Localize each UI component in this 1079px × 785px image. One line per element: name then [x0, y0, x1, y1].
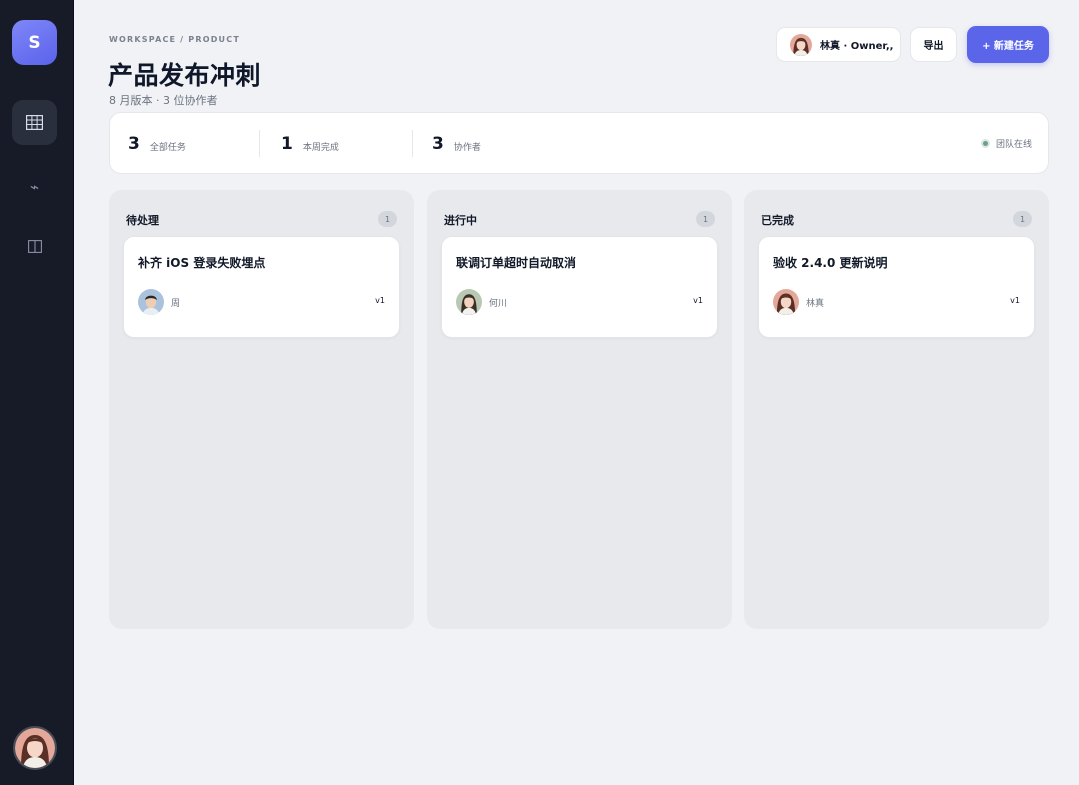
stat-label: 本周完成 — [302, 143, 339, 153]
version-label: v1 — [1010, 296, 1020, 305]
stats-bar: 3 全部任务 1 本周完成 3 协作者 团队在线 — [109, 112, 1049, 174]
sidebar-item-columns[interactable] — [12, 224, 57, 269]
task-card[interactable]: 验收 2.4.0 更新说明 林真 v1 — [758, 236, 1035, 338]
version-label: v1 — [375, 296, 385, 305]
avatar — [790, 33, 812, 56]
column-in-progress: 进行中 1 联调订单超时自动取消 何川 v1 — [427, 190, 732, 629]
sidebar-item-board[interactable] — [12, 100, 57, 145]
divider — [412, 130, 413, 157]
column-count-badge: 1 — [1013, 211, 1032, 227]
columns-icon — [27, 240, 42, 253]
task-card[interactable]: 补齐 iOS 登录失败埋点 周 v1 — [123, 236, 400, 338]
team-online-label: 团队在线 — [995, 140, 1032, 150]
user-chip-label: 林真 · Owner,, — [820, 41, 894, 52]
team-online-indicator: 团队在线 — [980, 137, 1032, 150]
stat-label: 全部任务 — [149, 143, 186, 153]
stat-label: 协作者 — [453, 143, 481, 153]
app-logo[interactable]: S — [12, 20, 57, 65]
column-title: 待处理 — [126, 214, 159, 227]
assignee-name: 林真 — [806, 299, 825, 309]
stat-completed-this-week: 1 本周完成 — [281, 113, 339, 175]
stat-total-tasks: 3 全部任务 — [128, 113, 186, 175]
assignee-avatar — [773, 289, 799, 315]
grid-icon — [26, 115, 43, 130]
column-count-badge: 1 — [378, 211, 397, 227]
column-title: 进行中 — [444, 214, 477, 227]
stat-value: 1 — [281, 134, 293, 154]
breadcrumb: WORKSPACE / PRODUCT — [109, 35, 240, 44]
version-label: v1 — [693, 296, 703, 305]
stat-value: 3 — [432, 134, 444, 154]
column-done: 已完成 1 验收 2.4.0 更新说明 林真 v1 — [744, 190, 1049, 629]
page-subtitle: 8 月版本 · 3 位协作者 — [109, 94, 218, 107]
stat-value: 3 — [128, 134, 140, 154]
assignee-name: 周 — [171, 299, 181, 309]
new-task-button[interactable]: + 新建任务 — [967, 26, 1049, 63]
export-button[interactable]: 导出 — [910, 27, 957, 62]
sidebar: S ⌁ — [0, 0, 74, 785]
task-title: 验收 2.4.0 更新说明 — [773, 256, 888, 270]
online-dot-icon — [980, 139, 990, 148]
column-title: 已完成 — [761, 214, 794, 227]
stat-collaborators: 3 协作者 — [432, 113, 481, 175]
divider — [259, 130, 260, 157]
assignee-name: 何川 — [489, 299, 508, 309]
column-count-badge: 1 — [696, 211, 715, 227]
sidebar-item-activity[interactable]: ⌁ — [12, 164, 57, 209]
activity-icon: ⌁ — [29, 177, 40, 196]
task-title: 联调订单超时自动取消 — [456, 256, 577, 270]
user-chip[interactable]: 林真 · Owner,, — [776, 27, 901, 62]
assignee-avatar — [456, 289, 482, 315]
page-title: 产品发布冲刺 — [108, 61, 262, 90]
task-title: 补齐 iOS 登录失败埋点 — [138, 256, 266, 270]
assignee-avatar — [138, 289, 164, 315]
task-card[interactable]: 联调订单超时自动取消 何川 v1 — [441, 236, 718, 338]
current-user-avatar[interactable] — [13, 726, 57, 770]
column-todo: 待处理 1 补齐 iOS 登录失败埋点 周 v1 — [109, 190, 414, 629]
